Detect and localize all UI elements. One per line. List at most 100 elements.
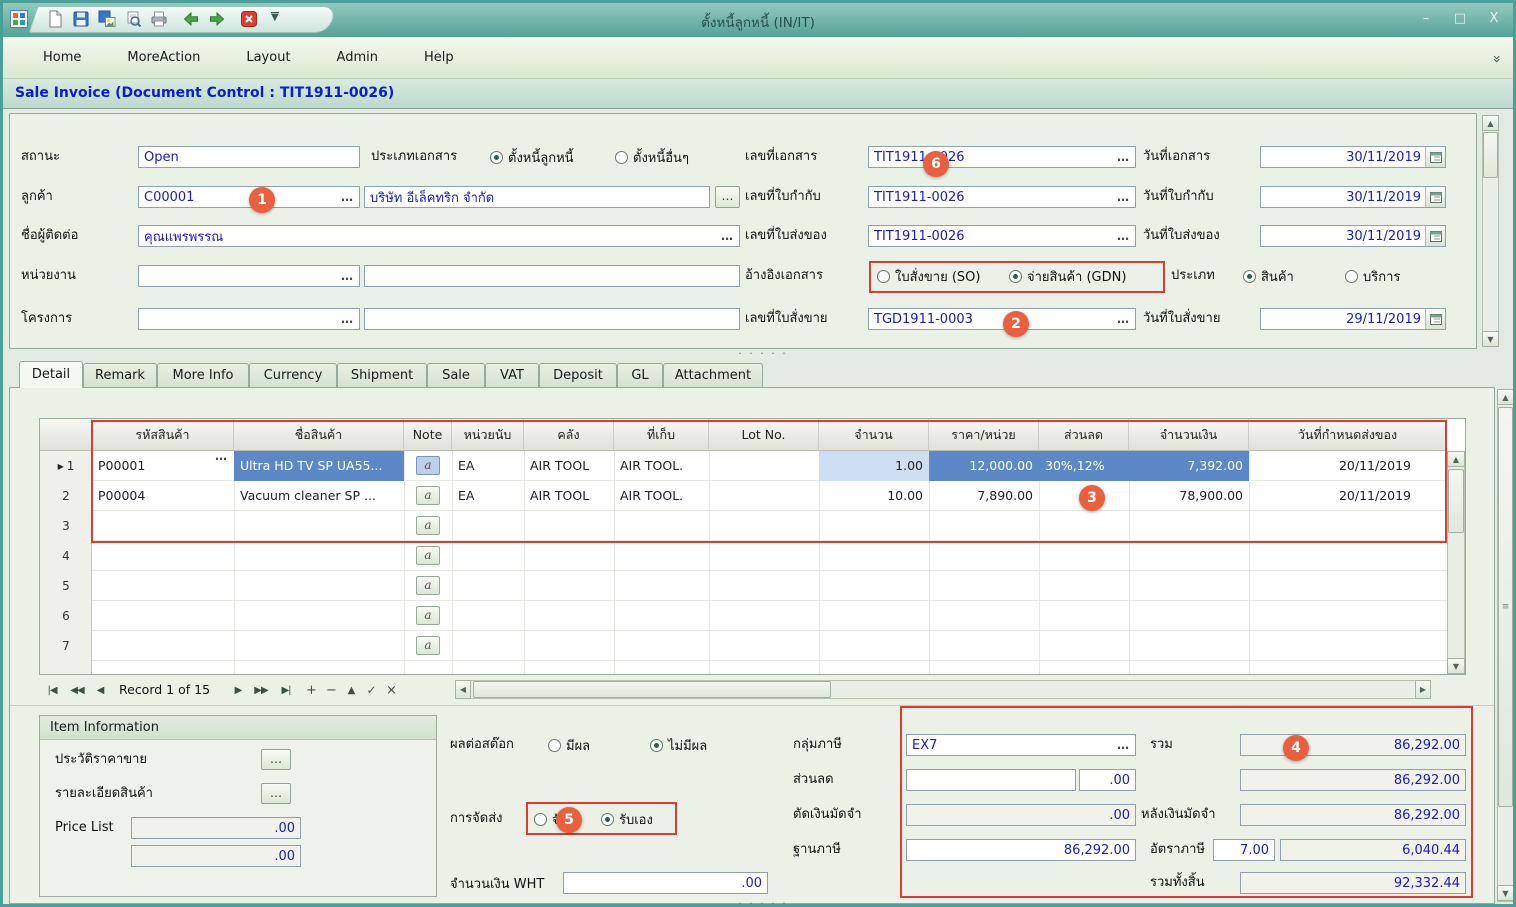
grid-header-amount[interactable]: จำนวนเงิน [1129, 419, 1249, 451]
grid-header-warehouse[interactable]: คลัง [524, 419, 614, 451]
scroll-thumb[interactable] [1448, 469, 1464, 533]
tab-more-info[interactable]: More Info [157, 363, 249, 387]
customer-browse-button[interactable]: … [715, 186, 740, 208]
row-indicator-2[interactable]: 2 [40, 481, 92, 511]
category-radio-service[interactable]: บริการ [1345, 265, 1400, 287]
ref-doc-radio-so[interactable]: ใบสั่งขาย (SO) [877, 265, 980, 287]
price-list-field-2[interactable]: .00 [131, 845, 301, 867]
wht-field[interactable]: .00 [563, 872, 768, 894]
delivery-date-field[interactable]: 30/11/2019 [1260, 225, 1446, 247]
project-field[interactable]: … [138, 308, 360, 330]
lookup-icon[interactable]: … [341, 314, 354, 324]
cell-due-date-row2[interactable]: 20/11/2019 [1249, 481, 1447, 511]
grid-header-lot[interactable]: Lot No. [709, 419, 819, 451]
splitter-grip[interactable]: · · · · · [693, 347, 833, 360]
tax-invoice-date-field[interactable]: 30/11/2019 [1260, 186, 1446, 208]
lookup-icon[interactable]: … [341, 192, 354, 202]
nav-next-button[interactable]: ▶ [229, 681, 247, 699]
grid-header-due-date[interactable]: วันที่กำหนดส่งของ [1249, 419, 1447, 451]
cell-qty-row1[interactable]: 1.00 [819, 451, 929, 481]
grid-header-name[interactable]: ชื่อสินค้า [234, 419, 404, 451]
calendar-icon[interactable] [1425, 226, 1445, 246]
tab-detail[interactable]: Detail [19, 361, 83, 388]
row-indicator-4[interactable]: 4 [40, 541, 92, 571]
scroll-down-icon[interactable]: ▼ [1497, 885, 1514, 901]
nav-first-button[interactable]: |◀ [41, 681, 63, 699]
tab-deposit[interactable]: Deposit [539, 363, 617, 387]
note-button-row1[interactable]: a [416, 456, 440, 475]
cell-warehouse-row2[interactable]: AIR TOOL [524, 481, 614, 511]
stock-radio-no-affect[interactable]: ไม่มีผล [650, 734, 707, 756]
tab-remark[interactable]: Remark [83, 363, 157, 387]
maximize-button[interactable]: □ [1451, 11, 1469, 26]
scroll-right-icon[interactable]: ▶ [1415, 680, 1431, 699]
lookup-icon[interactable]: … [1117, 152, 1130, 162]
note-button-row2[interactable]: a [416, 486, 440, 505]
menu-moreaction[interactable]: MoreAction [127, 50, 200, 65]
tax-invoice-no-field[interactable]: TIT1911-0026… [868, 186, 1136, 208]
grid-header-discount[interactable]: ส่วนลด [1039, 419, 1129, 451]
cell-code-row1[interactable]: P00001… [92, 451, 234, 481]
row-indicator-3[interactable]: 3 [40, 511, 92, 541]
cell-lot-row1[interactable] [709, 451, 819, 481]
menu-admin[interactable]: Admin [337, 50, 378, 65]
nav-delete-button[interactable]: − [323, 681, 339, 699]
scroll-down-icon[interactable]: ▼ [1482, 331, 1499, 347]
deposit-field[interactable]: .00 [906, 804, 1136, 826]
cell-name-row1[interactable]: Ultra HD TV SP UA55... [234, 451, 404, 481]
lookup-icon[interactable]: … [1117, 314, 1130, 324]
scroll-up-icon[interactable]: ▲ [1497, 389, 1514, 405]
cell-name-row2[interactable]: Vacuum cleaner SP ... [234, 481, 404, 511]
contact-field[interactable]: คุณแพรพรรณ… [138, 225, 740, 247]
note-button-row4[interactable]: a [416, 546, 440, 565]
doc-type-radio-other[interactable]: ตั้งหนี้อื่นๆ [615, 146, 689, 168]
scroll-thumb[interactable] [473, 681, 831, 698]
collapse-chevron-icon[interactable]: » [1489, 55, 1505, 64]
delivery-no-field[interactable]: TIT1911-0026… [868, 225, 1136, 247]
scroll-left-icon[interactable]: ◀ [455, 680, 471, 699]
nav-append-button[interactable]: + [303, 681, 319, 699]
cell-warehouse-row1[interactable]: AIR TOOL [524, 451, 614, 481]
price-list-field-1[interactable]: .00 [131, 817, 301, 839]
grid-header-code[interactable]: รหัสสินค้า [92, 419, 234, 451]
lookup-icon[interactable]: … [1117, 192, 1130, 202]
so-date-field[interactable]: 29/11/2019 [1260, 308, 1446, 330]
note-button-row3[interactable]: a [416, 516, 440, 535]
doc-no-field[interactable]: TIT1911-0026… [868, 146, 1136, 168]
cell-unit-row1[interactable]: EA [452, 451, 524, 481]
row-indicator-6[interactable]: 6 [40, 601, 92, 631]
row-indicator-1[interactable]: ▶1 [40, 451, 92, 481]
cell-price-row1[interactable]: 12,000.00 [929, 451, 1039, 481]
scroll-up-icon[interactable]: ▲ [1482, 115, 1499, 131]
price-history-button[interactable]: … [261, 749, 291, 770]
tab-vat[interactable]: VAT [485, 363, 539, 387]
tab-shipment[interactable]: Shipment [337, 363, 427, 387]
calendar-icon[interactable] [1425, 309, 1445, 329]
grid-header-note[interactable]: Note [404, 419, 452, 451]
cell-lot-row2[interactable] [709, 481, 819, 511]
tax-base-field[interactable]: 86,292.00 [906, 839, 1136, 861]
cell-discount-row1[interactable]: 30%,12% [1039, 451, 1129, 481]
stock-radio-affect[interactable]: มีผล [548, 734, 590, 756]
calendar-icon[interactable] [1425, 187, 1445, 207]
tab-attachment[interactable]: Attachment [663, 363, 763, 387]
scroll-up-icon[interactable]: ▲ [1447, 451, 1465, 467]
nav-prev-button[interactable]: ◀ [91, 681, 109, 699]
lookup-icon[interactable]: … [341, 271, 354, 281]
tax-rate-field[interactable]: 7.00 [1213, 839, 1275, 861]
cell-amount-row2[interactable]: 78,900.00 [1129, 481, 1249, 511]
scroll-thumb[interactable]: ≡ [1498, 407, 1513, 807]
lookup-icon[interactable]: … [1117, 231, 1130, 241]
row-indicator-7[interactable]: 7 [40, 631, 92, 661]
cell-amount-row1[interactable]: 7,392.00 [1129, 451, 1249, 481]
department-name-field[interactable] [364, 265, 740, 287]
row-indicator-5[interactable]: 5 [40, 571, 92, 601]
nav-prev-page-button[interactable]: ◀◀ [65, 681, 89, 699]
discount-field[interactable] [906, 769, 1076, 791]
nav-edit-button[interactable]: ▲ [343, 681, 359, 699]
item-detail-button[interactable]: … [261, 783, 291, 804]
menu-help[interactable]: Help [424, 50, 454, 65]
tab-currency[interactable]: Currency [249, 363, 337, 387]
grid-header-qty[interactable]: จำนวน [819, 419, 929, 451]
doc-type-radio-receivable[interactable]: ตั้งหนี้ลูกหนี้ [490, 146, 574, 168]
